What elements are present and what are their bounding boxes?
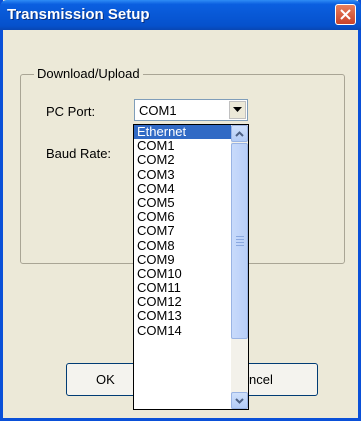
- close-button[interactable]: [335, 4, 356, 25]
- scroll-grip-line: [236, 242, 244, 243]
- port-option-com10[interactable]: COM10: [134, 266, 232, 281]
- scroll-thumb[interactable]: [231, 143, 248, 339]
- chevron-down-icon: [233, 107, 242, 112]
- ok-button-label: OK: [96, 372, 115, 387]
- pc-port-label: PC Port:: [46, 104, 96, 119]
- port-option-com8[interactable]: COM8: [134, 238, 232, 253]
- baud-rate-label: Baud Rate:: [46, 146, 112, 161]
- list-scrollbar[interactable]: [231, 125, 248, 409]
- port-option-ethernet[interactable]: Ethernet: [134, 125, 232, 140]
- title-bar[interactable]: Transmission Setup: [0, 0, 361, 30]
- scroll-grip-line: [236, 236, 244, 237]
- cancel-button-label: ncel: [249, 372, 273, 387]
- port-option-com3[interactable]: COM3: [134, 167, 232, 182]
- port-option-com5[interactable]: COM5: [134, 195, 232, 210]
- cancel-button[interactable]: ncel: [240, 363, 318, 396]
- port-option-com12[interactable]: COM12: [134, 295, 232, 309]
- pc-port-dropdown-list[interactable]: Ethernet COM1 COM2 COM3 COM4 COM5 COM6 C…: [133, 124, 249, 410]
- group-label: Download/Upload: [34, 66, 143, 81]
- scroll-up-icon: [235, 130, 244, 137]
- scroll-grip-line: [236, 245, 244, 246]
- port-option-com9[interactable]: COM9: [134, 252, 232, 267]
- port-option-com7[interactable]: COM7: [134, 224, 232, 238]
- port-options: Ethernet COM1 COM2 COM3 COM4 COM5 COM6 C…: [134, 125, 232, 338]
- port-option-com14[interactable]: COM14: [134, 323, 232, 338]
- port-option-com4[interactable]: COM4: [134, 181, 232, 196]
- pc-port-dropdown-button[interactable]: [229, 101, 246, 119]
- scroll-down-button[interactable]: [231, 392, 248, 409]
- pc-port-select[interactable]: COM1: [134, 99, 248, 121]
- scroll-down-icon: [235, 397, 244, 404]
- scroll-up-button[interactable]: [231, 125, 248, 142]
- port-option-com6[interactable]: COM6: [134, 210, 232, 224]
- port-option-com13[interactable]: COM13: [134, 309, 232, 323]
- port-option-com1[interactable]: COM1: [134, 139, 232, 153]
- scroll-grip-line: [236, 239, 244, 240]
- dialog-title: Transmission Setup: [7, 6, 150, 23]
- port-option-com11[interactable]: COM11: [134, 280, 232, 295]
- port-option-com2[interactable]: COM2: [134, 153, 232, 167]
- pc-port-select-value: COM1: [139, 103, 177, 118]
- close-icon: [340, 9, 351, 20]
